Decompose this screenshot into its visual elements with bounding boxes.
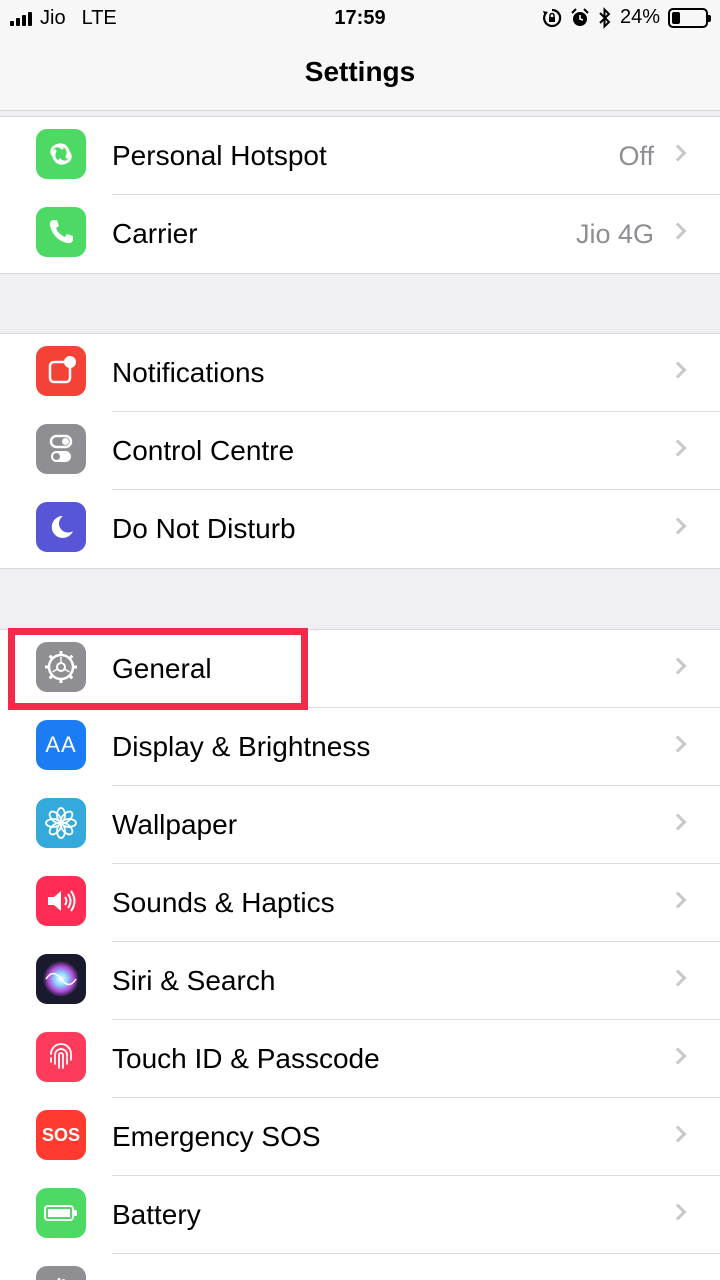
row-notifications[interactable]: Notifications [0, 334, 720, 412]
battery-icon [668, 7, 711, 28]
carrier-name: Jio [40, 7, 66, 29]
network-type: LTE [81, 7, 117, 29]
row-label: Display & Brightness [112, 731, 371, 762]
text-size-icon: AA [36, 720, 86, 770]
settings-group-notifications: Notifications Control Centre Do Not Dist… [0, 333, 720, 569]
chevron-right-icon [669, 969, 687, 987]
chevron-right-icon [669, 657, 687, 675]
row-label: Carrier [112, 218, 198, 249]
row-label: Control Centre [112, 435, 295, 466]
row-label: Privacy [112, 1254, 204, 1280]
chevron-right-icon [669, 1047, 687, 1065]
row-do-not-disturb[interactable]: Do Not Disturb [0, 490, 720, 568]
row-battery[interactable]: Battery [0, 1176, 720, 1254]
row-label: Wallpaper [112, 809, 238, 840]
bluetooth-icon [599, 6, 611, 29]
row-carrier[interactable]: Carrier Jio 4G [0, 195, 720, 273]
hand-icon [36, 1266, 86, 1280]
row-sounds-haptics[interactable]: Sounds & Haptics [0, 864, 720, 942]
top-bar: Jio LTE 17:59 24% Settings [0, 0, 720, 111]
chevron-right-icon [669, 1125, 687, 1143]
row-touch-id-passcode[interactable]: Touch ID & Passcode [0, 1020, 720, 1098]
chevron-right-icon [669, 361, 687, 379]
rotation-lock-icon [542, 8, 562, 27]
siri-icon [36, 954, 86, 1004]
speaker-icon [36, 876, 86, 926]
switches-icon [36, 424, 86, 474]
moon-icon [36, 502, 86, 552]
row-label: Battery [112, 1199, 201, 1230]
row-wallpaper[interactable]: Wallpaper [0, 786, 720, 864]
chevron-right-icon [669, 1203, 687, 1221]
row-label: Emergency SOS [112, 1121, 321, 1152]
row-value: Off [618, 141, 654, 171]
chevron-right-icon [669, 891, 687, 909]
row-label: Siri & Search [112, 965, 276, 996]
page-title: Settings [304, 56, 416, 87]
battery-percent: 24% [619, 6, 660, 28]
row-emergency-sos[interactable]: SOS Emergency SOS [0, 1098, 720, 1176]
row-label: General [112, 653, 212, 684]
chevron-right-icon [669, 439, 687, 457]
gear-icon [36, 642, 86, 692]
notifications-icon [36, 346, 86, 396]
row-label: Sounds & Haptics [112, 887, 335, 918]
status-bar: Jio LTE 17:59 24% [0, 0, 720, 38]
row-display-brightness[interactable]: AA Display & Brightness [0, 708, 720, 786]
settings-group-connectivity: Personal Hotspot Off Carrier Jio 4G [0, 116, 720, 274]
signal-strength-icon [10, 11, 32, 26]
flower-icon [36, 798, 86, 848]
row-value: Jio 4G [575, 219, 654, 249]
row-privacy[interactable]: Privacy [0, 1254, 720, 1280]
row-label: Do Not Disturb [112, 513, 296, 544]
hotspot-icon [36, 129, 86, 179]
fingerprint-icon [36, 1032, 86, 1082]
row-control-centre[interactable]: Control Centre [0, 412, 720, 490]
row-label: Notifications [112, 357, 265, 388]
row-general[interactable]: General [0, 630, 720, 708]
battery-icon [36, 1188, 86, 1238]
row-label: Personal Hotspot [112, 140, 327, 171]
chevron-right-icon [669, 222, 687, 240]
chevron-right-icon [669, 735, 687, 753]
row-siri-search[interactable]: Siri & Search [0, 942, 720, 1020]
chevron-right-icon [669, 517, 687, 535]
sos-icon-glyph: SOS [41, 1124, 80, 1145]
sos-icon: SOS [36, 1110, 86, 1160]
phone-icon [36, 207, 86, 257]
row-label: Touch ID & Passcode [112, 1043, 380, 1074]
chevron-right-icon [669, 813, 687, 831]
settings-group-general: General AA Display & Brightness Wallpape… [0, 629, 720, 1280]
row-personal-hotspot[interactable]: Personal Hotspot Off [0, 117, 720, 195]
alarm-icon [571, 7, 589, 26]
chevron-right-icon [669, 144, 687, 162]
text-size-icon-glyph: AA [45, 732, 77, 757]
